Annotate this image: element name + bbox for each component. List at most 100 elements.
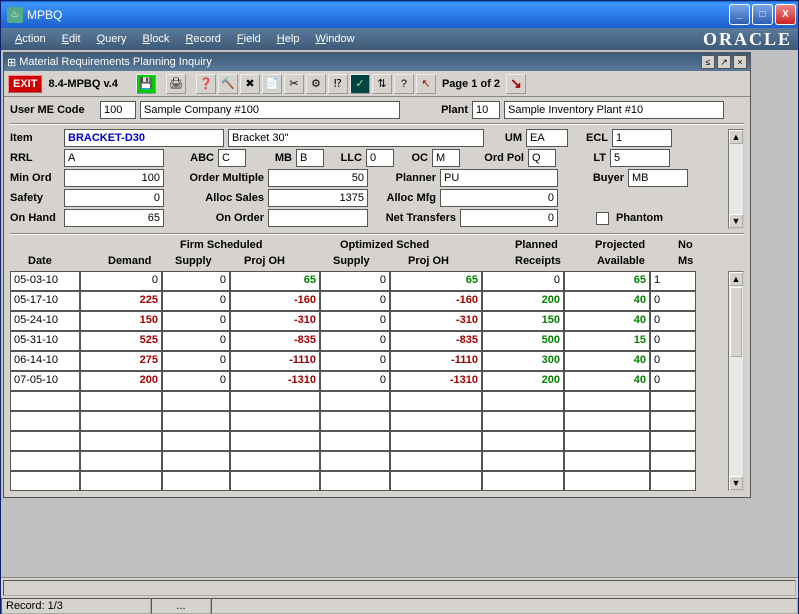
cell-osupply[interactable]: 0 bbox=[320, 291, 390, 311]
cell-fsupply[interactable] bbox=[162, 451, 230, 471]
cell-firm-projoh[interactable] bbox=[230, 451, 320, 471]
cell-firm-projoh[interactable]: -310 bbox=[230, 311, 320, 331]
company-field[interactable] bbox=[140, 101, 400, 119]
cell-fsupply[interactable] bbox=[162, 391, 230, 411]
cell-noms[interactable] bbox=[650, 391, 696, 411]
ordmult-field[interactable] bbox=[268, 169, 368, 187]
cell-opt-projoh[interactable] bbox=[390, 431, 482, 451]
cell-fsupply[interactable] bbox=[162, 411, 230, 431]
minimize-button[interactable]: _ bbox=[729, 4, 750, 25]
menu-help[interactable]: Help bbox=[269, 31, 308, 47]
cell-noms[interactable]: 0 bbox=[650, 291, 696, 311]
scroll-up-button[interactable]: ▲ bbox=[729, 130, 743, 144]
tool3-icon[interactable]: 📄 bbox=[262, 74, 282, 94]
cell-available[interactable]: 40 bbox=[564, 351, 650, 371]
cell-demand[interactable]: 150 bbox=[80, 311, 162, 331]
tool7-icon[interactable]: ✓ bbox=[350, 74, 370, 94]
cell-firm-projoh[interactable] bbox=[230, 391, 320, 411]
cell-demand[interactable] bbox=[80, 471, 162, 491]
scroll-down-button[interactable]: ▼ bbox=[729, 214, 743, 228]
cell-date[interactable]: 06-14-10 bbox=[10, 351, 80, 371]
allocsales-field[interactable] bbox=[268, 189, 368, 207]
tool5-icon[interactable]: ⚙ bbox=[306, 74, 326, 94]
next-page-button[interactable]: ↘ bbox=[506, 74, 526, 94]
cell-opt-projoh[interactable]: -835 bbox=[390, 331, 482, 351]
cell-available[interactable]: 40 bbox=[564, 291, 650, 311]
cell-planned[interactable]: 300 bbox=[482, 351, 564, 371]
cell-demand[interactable] bbox=[80, 411, 162, 431]
menu-action[interactable]: Action bbox=[7, 31, 54, 47]
tool8-icon[interactable]: ⇅ bbox=[372, 74, 392, 94]
cell-fsupply[interactable]: 0 bbox=[162, 311, 230, 331]
ecl-field[interactable] bbox=[612, 129, 672, 147]
cell-firm-projoh[interactable]: -835 bbox=[230, 331, 320, 351]
grid-scroll-down[interactable]: ▼ bbox=[729, 476, 743, 490]
cell-date[interactable]: 05-17-10 bbox=[10, 291, 80, 311]
tool10-icon[interactable]: ↖ bbox=[416, 74, 436, 94]
menu-field[interactable]: Field bbox=[229, 31, 269, 47]
cell-firm-projoh[interactable] bbox=[230, 431, 320, 451]
cell-fsupply[interactable]: 0 bbox=[162, 371, 230, 391]
cell-planned[interactable] bbox=[482, 471, 564, 491]
menu-edit[interactable]: Edit bbox=[54, 31, 89, 47]
cell-planned[interactable]: 200 bbox=[482, 291, 564, 311]
tool1-icon[interactable]: 🔨 bbox=[218, 74, 238, 94]
menu-window[interactable]: Window bbox=[307, 31, 362, 47]
tool2-icon[interactable]: ✖ bbox=[240, 74, 260, 94]
cell-available[interactable] bbox=[564, 411, 650, 431]
user-me-code-field[interactable] bbox=[100, 101, 136, 119]
cell-osupply[interactable]: 0 bbox=[320, 351, 390, 371]
planner-field[interactable] bbox=[440, 169, 558, 187]
llc-field[interactable] bbox=[366, 149, 394, 167]
cell-available[interactable] bbox=[564, 451, 650, 471]
menu-query[interactable]: Query bbox=[89, 31, 135, 47]
save-icon[interactable]: 💾 bbox=[136, 74, 156, 94]
cell-demand[interactable]: 0 bbox=[80, 271, 162, 291]
cell-opt-projoh[interactable]: -310 bbox=[390, 311, 482, 331]
cell-opt-projoh[interactable]: -160 bbox=[390, 291, 482, 311]
grid-scroll-up[interactable]: ▲ bbox=[729, 272, 743, 286]
cell-osupply[interactable]: 0 bbox=[320, 271, 390, 291]
cell-demand[interactable]: 275 bbox=[80, 351, 162, 371]
cell-planned[interactable] bbox=[482, 431, 564, 451]
cell-planned[interactable] bbox=[482, 411, 564, 431]
inner-close-button[interactable]: × bbox=[733, 55, 747, 69]
cell-demand[interactable] bbox=[80, 391, 162, 411]
cell-noms[interactable]: 0 bbox=[650, 331, 696, 351]
cell-planned[interactable]: 200 bbox=[482, 371, 564, 391]
cell-date[interactable] bbox=[10, 431, 80, 451]
cell-osupply[interactable]: 0 bbox=[320, 331, 390, 351]
cell-fsupply[interactable]: 0 bbox=[162, 351, 230, 371]
cell-opt-projoh[interactable]: -1310 bbox=[390, 371, 482, 391]
item-field[interactable] bbox=[64, 129, 224, 147]
cell-demand[interactable] bbox=[80, 431, 162, 451]
cell-opt-projoh[interactable]: 65 bbox=[390, 271, 482, 291]
cell-fsupply[interactable]: 0 bbox=[162, 271, 230, 291]
phantom-checkbox[interactable] bbox=[596, 212, 609, 225]
cell-opt-projoh[interactable] bbox=[390, 451, 482, 471]
cell-noms[interactable] bbox=[650, 471, 696, 491]
plant-name-field[interactable] bbox=[504, 101, 724, 119]
cell-noms[interactable]: 0 bbox=[650, 371, 696, 391]
grid-scrollbar[interactable]: ▲ ▼ bbox=[728, 271, 744, 491]
cell-firm-projoh[interactable]: -1110 bbox=[230, 351, 320, 371]
cell-noms[interactable]: 1 bbox=[650, 271, 696, 291]
maximize-button[interactable]: □ bbox=[752, 4, 773, 25]
abc-field[interactable] bbox=[218, 149, 246, 167]
rrl-field[interactable] bbox=[64, 149, 164, 167]
cell-noms[interactable]: 0 bbox=[650, 311, 696, 331]
cell-date[interactable]: 05-03-10 bbox=[10, 271, 80, 291]
cell-available[interactable] bbox=[564, 471, 650, 491]
cell-date[interactable] bbox=[10, 411, 80, 431]
menu-record[interactable]: Record bbox=[177, 31, 228, 47]
cell-demand[interactable]: 225 bbox=[80, 291, 162, 311]
inner-min-button[interactable]: ≤ bbox=[701, 55, 715, 69]
cell-noms[interactable] bbox=[650, 451, 696, 471]
tool4-icon[interactable]: ✂ bbox=[284, 74, 304, 94]
menu-block[interactable]: Block bbox=[135, 31, 178, 47]
cell-available[interactable]: 40 bbox=[564, 311, 650, 331]
cell-demand[interactable] bbox=[80, 451, 162, 471]
cell-available[interactable] bbox=[564, 431, 650, 451]
cell-date[interactable]: 05-24-10 bbox=[10, 311, 80, 331]
cell-firm-projoh[interactable] bbox=[230, 471, 320, 491]
